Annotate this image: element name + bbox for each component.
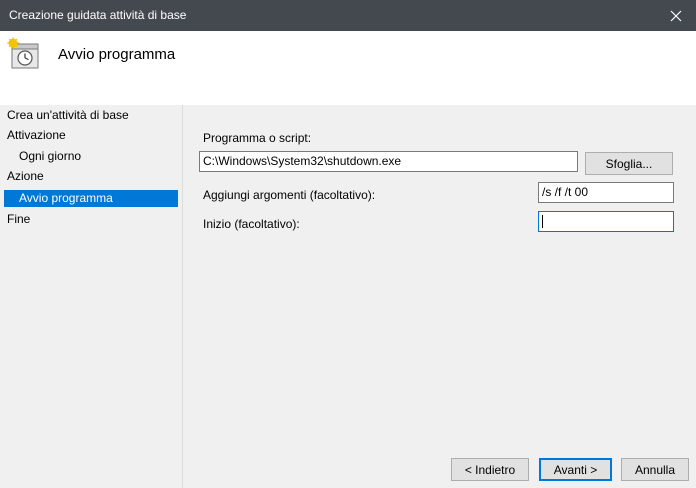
step-fine[interactable]: Fine	[7, 211, 30, 228]
task-scheduler-icon	[7, 37, 39, 69]
cancel-button[interactable]: Annulla	[621, 458, 689, 481]
program-label: Programma o script:	[203, 131, 312, 145]
wizard-steps-panel: Crea un'attività di base Attivazione Ogn…	[0, 105, 183, 488]
step-crea-attivita[interactable]: Crea un'attività di base	[7, 107, 129, 124]
back-button[interactable]: < Indietro	[451, 458, 529, 481]
next-button[interactable]: Avanti >	[539, 458, 612, 481]
step-attivazione[interactable]: Attivazione	[7, 127, 66, 144]
arguments-input[interactable]: /s /f /t 00	[538, 182, 674, 203]
arguments-label: Aggiungi argomenti (facoltativo):	[203, 188, 376, 202]
text-caret	[542, 215, 543, 229]
step-azione[interactable]: Azione	[7, 168, 44, 185]
start-in-label: Inizio (facoltativo):	[203, 217, 300, 231]
program-input[interactable]: C:\Windows\System32\shutdown.exe	[199, 151, 578, 172]
title-bar: Creazione guidata attività di base	[0, 0, 696, 31]
start-in-input[interactable]	[538, 211, 674, 232]
wizard-header: Avvio programma	[0, 31, 696, 105]
window-title: Creazione guidata attività di base	[9, 8, 187, 22]
step-ogni-giorno[interactable]: Ogni giorno	[19, 148, 81, 165]
browse-button[interactable]: Sfoglia...	[585, 152, 673, 175]
close-icon	[670, 10, 682, 21]
close-button[interactable]	[656, 0, 696, 31]
page-title: Avvio programma	[58, 46, 176, 63]
step-avvio-programma[interactable]: Avvio programma	[4, 190, 178, 207]
